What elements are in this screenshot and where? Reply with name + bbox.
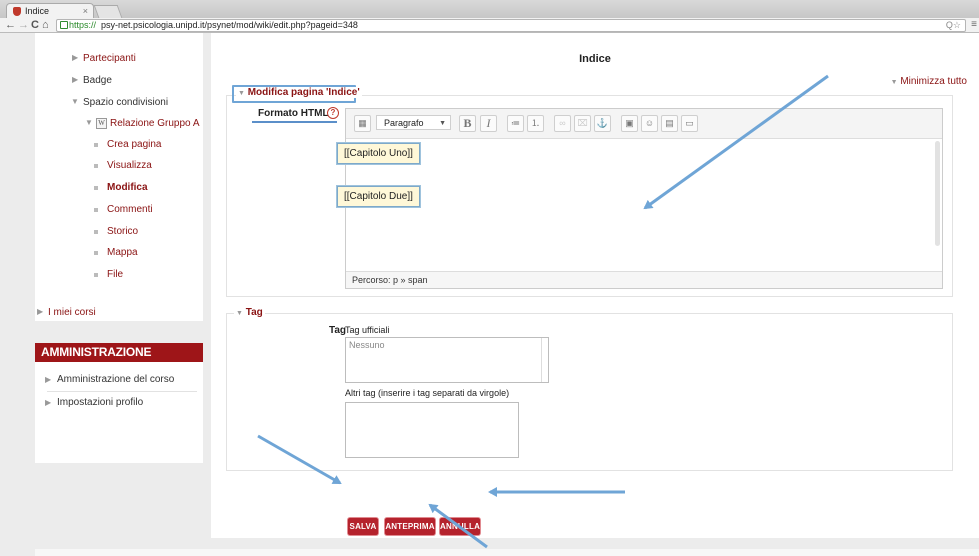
bold-button[interactable]: B <box>459 115 476 132</box>
other-tags-textarea[interactable] <box>345 402 519 458</box>
tab-title: Indice <box>25 6 50 16</box>
other-tags-label: Altri tag (inserire i tag separati da vi… <box>345 388 510 398</box>
collapse-triangle-icon[interactable]: ▼ <box>85 118 93 127</box>
main-content: Indice ▼ Minimizza tutto ▼ Modifica pagi… <box>211 33 979 538</box>
sidebar-item-commenti[interactable]: Commenti <box>107 204 153 215</box>
back-arrow-icon[interactable]: ← <box>5 18 16 32</box>
official-tags-placeholder: Nessuno <box>349 340 385 350</box>
browser-tabstrip: Indice × <box>0 0 979 19</box>
format-label: Formato HTML <box>258 108 329 119</box>
tag-label: Tag <box>329 325 347 336</box>
divider <box>47 391 197 392</box>
url-protocol: https:// <box>69 20 97 30</box>
collapse-triangle-icon: ▼ <box>238 90 245 97</box>
bullet-icon <box>94 186 98 190</box>
administration-header: AMMINISTRAZIONE <box>35 343 203 362</box>
navigation-block: ▶ Partecipanti ▶ Badge ▼ Spazio condivis… <box>35 33 203 321</box>
admin-item-course[interactable]: Amministrazione del corso <box>57 374 174 385</box>
expand-triangle-icon[interactable]: ▶ <box>72 75 78 84</box>
toolbar-toggle-icon[interactable]: ▦ <box>354 115 371 132</box>
emoticon-icon[interactable]: ☺ <box>641 115 658 132</box>
image-icon[interactable]: ▣ <box>621 115 638 132</box>
bullet-icon <box>94 208 98 212</box>
expand-triangle-icon[interactable]: ▶ <box>45 398 51 407</box>
media-icon[interactable]: ▤ <box>661 115 678 132</box>
paragraph-select[interactable]: Paragrafo ▼ <box>376 115 451 130</box>
sidebar-item-partecipanti[interactable]: Partecipanti <box>83 53 136 64</box>
bullet-icon <box>94 251 98 255</box>
unordered-list-icon[interactable]: ≔ <box>507 115 524 132</box>
sidebar-item-i-miei-corsi[interactable]: I miei corsi <box>48 307 96 318</box>
sidebar-item-crea-pagina[interactable]: Crea pagina <box>107 139 161 150</box>
sidebar-item-visualizza[interactable]: Visualizza <box>107 160 152 171</box>
sidebar-item-relazione-gruppo-a[interactable]: Relazione Gruppo A <box>110 118 200 129</box>
italic-button[interactable]: I <box>480 115 497 132</box>
sidebar-item-badge[interactable]: Badge <box>83 75 112 86</box>
expand-triangle-icon[interactable]: ▶ <box>72 53 78 62</box>
page-body: ▶ Partecipanti ▶ Badge ▼ Spazio condivis… <box>0 33 979 556</box>
tag-section-legend-label: Tag <box>245 307 263 318</box>
zoom-star-icon[interactable]: Q☆ <box>946 20 961 31</box>
bullet-icon <box>94 164 98 168</box>
edit-section-legend-label: Modifica pagina 'Indice' <box>247 87 360 98</box>
unlink-icon[interactable]: ⌧ <box>574 115 591 132</box>
list-scrollbar[interactable] <box>541 338 548 382</box>
official-tags-list[interactable]: Nessuno <box>345 337 549 383</box>
edit-section-legend[interactable]: ▼ Modifica pagina 'Indice' <box>236 87 362 98</box>
new-tab-button[interactable] <box>93 5 123 18</box>
expand-triangle-icon[interactable]: ▶ <box>45 375 51 384</box>
html-editor[interactable]: ▦ Paragrafo ▼ B I ≔ ⒈ ∞ ⌧ ⚓ ▣ ☺ ▤ ▭ [[Ca… <box>337 108 943 289</box>
url-bar[interactable]: https:// psy-net.psicologia.unipd.it/psy… <box>56 19 966 32</box>
footer <box>35 549 979 556</box>
paragraph-select-value: Paragrafo <box>384 118 424 128</box>
sidebar-item-file[interactable]: File <box>107 269 123 280</box>
lock-icon <box>60 21 68 29</box>
editor-toolbar: ▦ Paragrafo ▼ B I ≔ ⒈ ∞ ⌧ ⚓ ▣ ☺ ▤ ▭ <box>346 109 942 139</box>
cancel-button[interactable]: ANNULLA <box>440 518 480 535</box>
collapse-triangle-icon: ▼ <box>236 310 243 317</box>
forward-arrow-icon[interactable]: → <box>18 18 29 32</box>
collapse-triangle-icon: ▼ <box>890 79 898 86</box>
collapse-all-label: Minimizza tutto <box>900 76 967 87</box>
browser-toolbar: ← → C ⌂ https:// psy-net.psicologia.unip… <box>0 18 979 33</box>
sidebar-item-modifica[interactable]: Modifica <box>107 182 148 193</box>
tag-section-legend[interactable]: ▼ Tag <box>234 307 265 318</box>
url-text: psy-net.psicologia.unipd.it/psynet/mod/w… <box>101 20 358 30</box>
save-button[interactable]: SALVA <box>348 518 378 535</box>
wiki-icon: W <box>96 118 107 129</box>
sidebar-item-mappa[interactable]: Mappa <box>107 247 138 258</box>
help-icon[interactable]: ? <box>327 107 339 119</box>
anchor-icon[interactable]: ⚓ <box>594 115 611 132</box>
editor-line-capitolo-due[interactable]: [[Capitolo Due]] <box>337 186 420 207</box>
official-tags-label: Tag ufficiali <box>345 325 390 335</box>
link-icon[interactable]: ∞ <box>554 115 571 132</box>
expand-triangle-icon[interactable]: ▶ <box>37 307 43 316</box>
editor-line-capitolo-uno[interactable]: [[Capitolo Uno]] <box>337 143 420 164</box>
annotation-underline <box>252 121 337 123</box>
reload-icon[interactable]: C <box>31 18 39 32</box>
collapse-triangle-icon[interactable]: ▼ <box>71 97 79 106</box>
browser-menu-icon[interactable]: ≡ <box>971 19 977 30</box>
bullet-icon <box>94 273 98 277</box>
chevron-down-icon: ▼ <box>439 120 446 127</box>
tag-fieldset <box>226 313 953 471</box>
browser-tab[interactable]: Indice × <box>6 3 94 19</box>
sidebar-item-storico[interactable]: Storico <box>107 226 138 237</box>
page-title: Indice <box>579 53 611 65</box>
preview-button[interactable]: ANTEPRIMA <box>385 518 435 535</box>
editor-status-path: Percorso: p » span <box>346 271 942 288</box>
tab-close-icon[interactable]: × <box>83 4 88 19</box>
admin-item-profile[interactable]: Impostazioni profilo <box>57 397 143 408</box>
home-icon[interactable]: ⌂ <box>42 18 49 32</box>
paste-icon[interactable]: ▭ <box>681 115 698 132</box>
administration-block: AMMINISTRAZIONE ▶ Amministrazione del co… <box>35 343 203 463</box>
ordered-list-icon[interactable]: ⒈ <box>527 115 544 132</box>
bullet-icon <box>94 230 98 234</box>
sidebar-item-spazio-condivisioni[interactable]: Spazio condivisioni <box>83 97 168 108</box>
collapse-all-link[interactable]: ▼ Minimizza tutto <box>891 76 967 87</box>
moodle-favicon-icon <box>13 7 21 16</box>
bullet-icon <box>94 143 98 147</box>
editor-scrollbar[interactable] <box>935 141 940 246</box>
